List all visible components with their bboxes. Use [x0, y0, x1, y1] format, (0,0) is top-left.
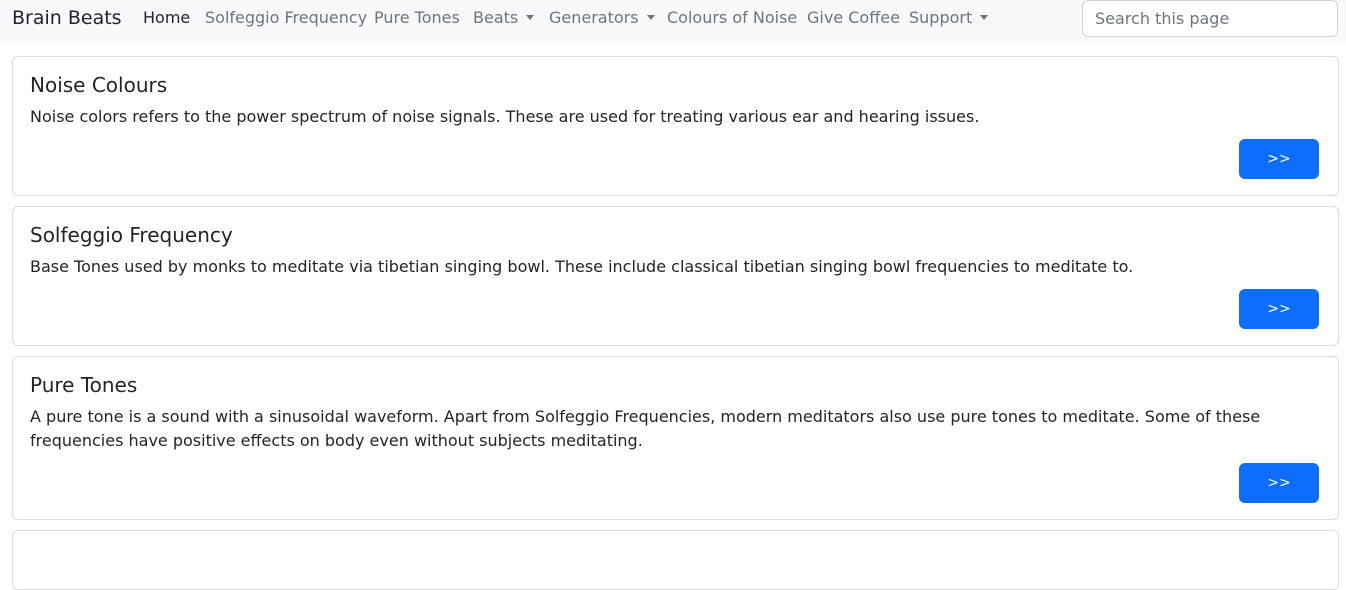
- card-text: Noise colors refers to the power spectru…: [30, 107, 980, 126]
- card-text: A pure tone is a sound with a sinusoidal…: [30, 407, 1261, 450]
- card-title: Pure Tones: [30, 373, 138, 397]
- open-noise-colours-button[interactable]: >>: [1239, 139, 1319, 179]
- nav-beats-dropdown[interactable]: Beats: [473, 8, 535, 28]
- nav-give-coffee-label: Give Coffee: [807, 8, 900, 27]
- nav-pure-tones[interactable]: Pure Tones: [374, 8, 460, 28]
- caret-down-icon: [980, 15, 989, 20]
- nav-home[interactable]: Home: [143, 8, 190, 28]
- card-text: Base Tones used by monks to meditate via…: [30, 257, 1134, 276]
- nav-support-dropdown[interactable]: Support: [909, 8, 989, 28]
- nav-colours-of-noise[interactable]: Colours of Noise: [667, 8, 797, 28]
- card-pure-tones: Pure Tones A pure tone is a sound with a…: [12, 356, 1339, 520]
- search-input[interactable]: [1082, 0, 1338, 37]
- top-navbar: Brain Beats Home Solfeggio Frequency Pur…: [0, 0, 1346, 44]
- nav-generators-label: Generators: [549, 8, 639, 27]
- nav-solfeggio-frequency-label: Solfeggio Frequency: [205, 8, 368, 27]
- open-pure-tones-button[interactable]: >>: [1239, 463, 1319, 503]
- card-solfeggio-frequency: Solfeggio Frequency Base Tones used by m…: [12, 206, 1339, 346]
- caret-down-icon: [526, 15, 535, 20]
- nav-beats-label: Beats: [473, 8, 519, 27]
- nav-generators-dropdown[interactable]: Generators: [549, 8, 655, 28]
- card-partial: [12, 530, 1339, 590]
- nav-support-label: Support: [909, 8, 973, 27]
- nav-give-coffee[interactable]: Give Coffee: [807, 8, 900, 28]
- open-solfeggio-frequency-button[interactable]: >>: [1239, 289, 1319, 329]
- brand-logo-text[interactable]: Brain Beats: [12, 6, 122, 30]
- caret-down-icon: [646, 15, 655, 20]
- nav-colours-of-noise-label: Colours of Noise: [667, 8, 798, 27]
- card-title: Noise Colours: [30, 73, 168, 97]
- nav-solfeggio-frequency[interactable]: Solfeggio Frequency: [205, 8, 367, 28]
- nav-pure-tones-label: Pure Tones: [374, 8, 460, 27]
- nav-home-label: Home: [143, 8, 191, 27]
- card-title: Solfeggio Frequency: [30, 223, 233, 247]
- card-noise-colours: Noise Colours Noise colors refers to the…: [12, 56, 1339, 196]
